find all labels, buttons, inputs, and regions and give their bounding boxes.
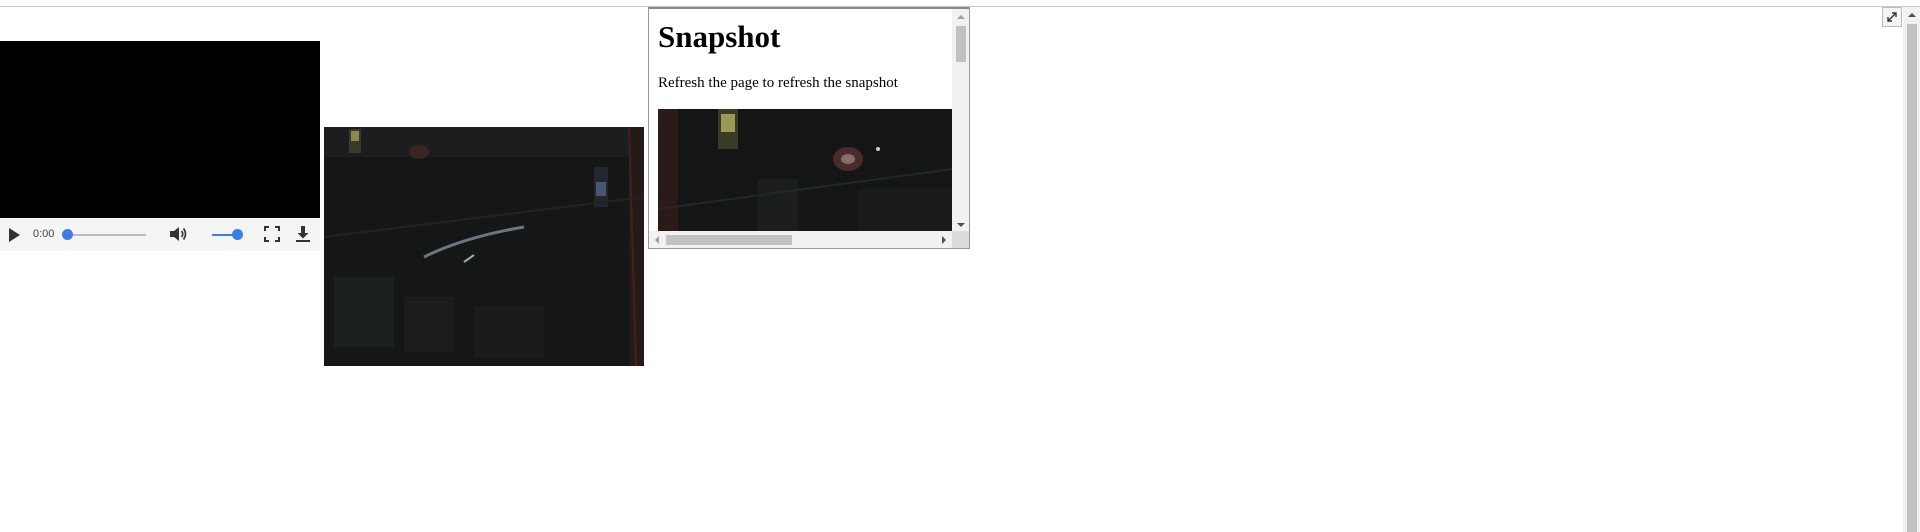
scrollbar-corner [952,231,969,248]
scroll-down-icon[interactable] [957,223,965,227]
live-camera-image [324,127,644,366]
expand-icon[interactable] [1882,7,1902,27]
seek-thumb[interactable] [62,229,73,240]
play-icon[interactable] [9,228,20,242]
snapshot-title: Snapshot [658,19,781,54]
volume-thumb[interactable] [232,229,243,240]
snapshot-content: Snapshot Refresh the page to refresh the… [649,9,953,233]
video-controls: 0:00 [0,218,320,251]
snapshot-vertical-scrollbar[interactable] [952,9,969,233]
page-scroll-thumb[interactable] [1907,24,1917,532]
scroll-left-icon[interactable] [655,236,659,244]
page-scrollbar[interactable] [1903,7,1920,532]
fullscreen-icon[interactable] [264,226,280,242]
download-icon[interactable] [295,225,311,243]
scroll-right-icon[interactable] [942,236,946,244]
video-player[interactable]: 0:00 [0,41,320,251]
snapshot-frame[interactable]: Snapshot Refresh the page to refresh the… [648,7,970,249]
snapshot-image [658,109,953,233]
volume-icon[interactable] [168,225,188,243]
page-scroll-up-icon[interactable] [1908,13,1916,17]
current-time: 0:00 [33,228,55,240]
snapshot-description: Refresh the page to refresh the snapshot [658,75,898,91]
seek-slider[interactable] [66,234,146,236]
video-screen[interactable] [0,41,320,218]
snapshot-horizontal-scroll-thumb[interactable] [666,235,792,245]
snapshot-vertical-scroll-thumb[interactable] [956,26,966,62]
scroll-up-icon[interactable] [957,15,965,19]
snapshot-horizontal-scrollbar[interactable] [649,231,953,248]
